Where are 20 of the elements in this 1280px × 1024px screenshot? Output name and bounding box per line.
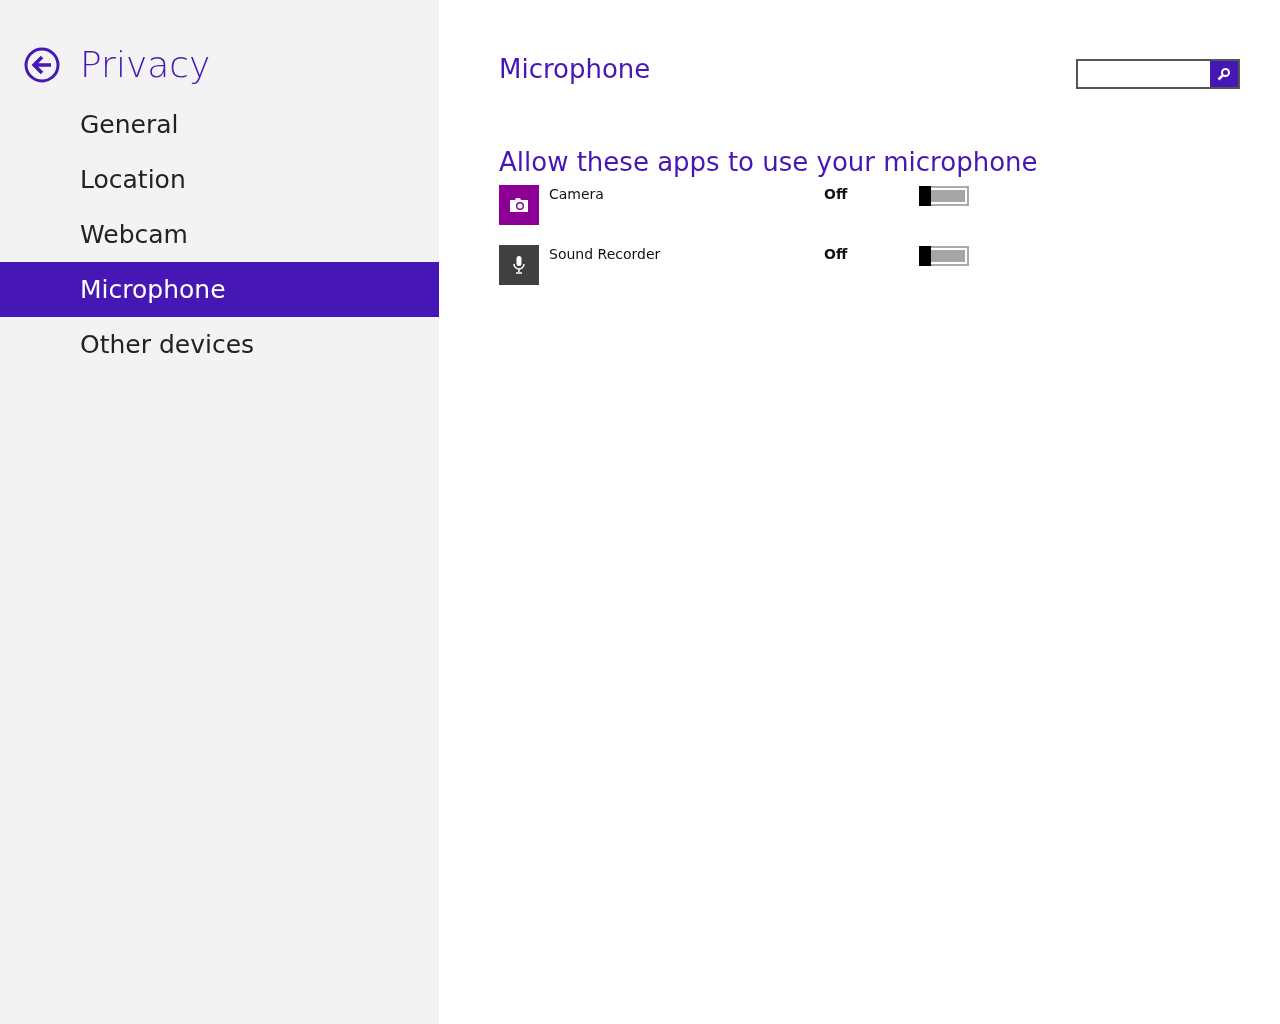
app-name: Camera (549, 186, 605, 202)
back-button[interactable] (24, 46, 60, 83)
sidebar-item[interactable]: Microphone (0, 262, 439, 317)
sidebar-item[interactable]: General (0, 97, 439, 152)
toggle-state-label: Off (824, 186, 849, 202)
search-field[interactable] (1076, 59, 1240, 89)
search-button[interactable] (1210, 61, 1238, 87)
sidebar-title: Privacy (80, 44, 211, 85)
toggle-state-label: Off (824, 246, 849, 262)
sidebar-item[interactable]: Location (0, 152, 439, 207)
sidebar-item[interactable]: Other devices (0, 317, 439, 372)
camera-icon (509, 197, 529, 213)
sidebar-item[interactable]: Webcam (0, 207, 439, 262)
page-title: Microphone (499, 54, 651, 84)
toggle-switch[interactable] (919, 186, 969, 206)
search-icon (1217, 67, 1231, 81)
microphone-icon (513, 256, 525, 274)
toggle-switch[interactable] (919, 246, 969, 266)
app-name: Sound Recorder (549, 246, 662, 262)
section-heading: Allow these apps to use your microphone (499, 147, 1039, 177)
